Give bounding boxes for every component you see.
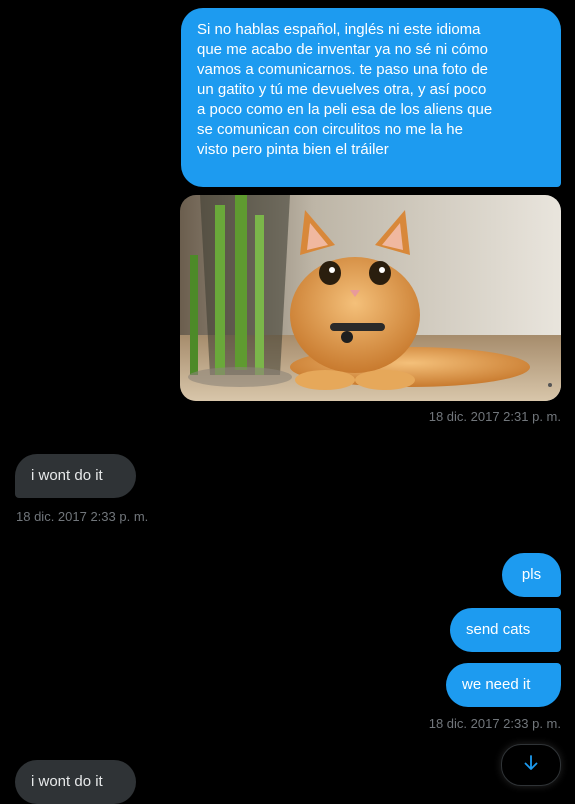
arrow-down-icon: [522, 754, 540, 777]
sent-message-bubble[interactable]: Si no hablas español, inglés ni este idi…: [181, 8, 561, 187]
received-message-bubble[interactable]: i wont do it: [15, 454, 136, 498]
cat-photo-attachment[interactable]: [180, 195, 561, 401]
message-timestamp: 18 dic. 2017 2:31 p. m.: [428, 409, 561, 424]
sent-message-bubble[interactable]: we need it: [446, 663, 561, 707]
received-message-bubble[interactable]: i wont do it: [15, 760, 136, 804]
scroll-to-bottom-button[interactable]: [501, 744, 561, 786]
message-timestamp: 18 dic. 2017 2:33 p. m.: [428, 716, 561, 731]
sent-message-bubble[interactable]: pls: [502, 553, 561, 597]
message-timestamp: 18 dic. 2017 2:33 p. m.: [16, 509, 149, 524]
sent-message-bubble[interactable]: send cats: [450, 608, 561, 652]
